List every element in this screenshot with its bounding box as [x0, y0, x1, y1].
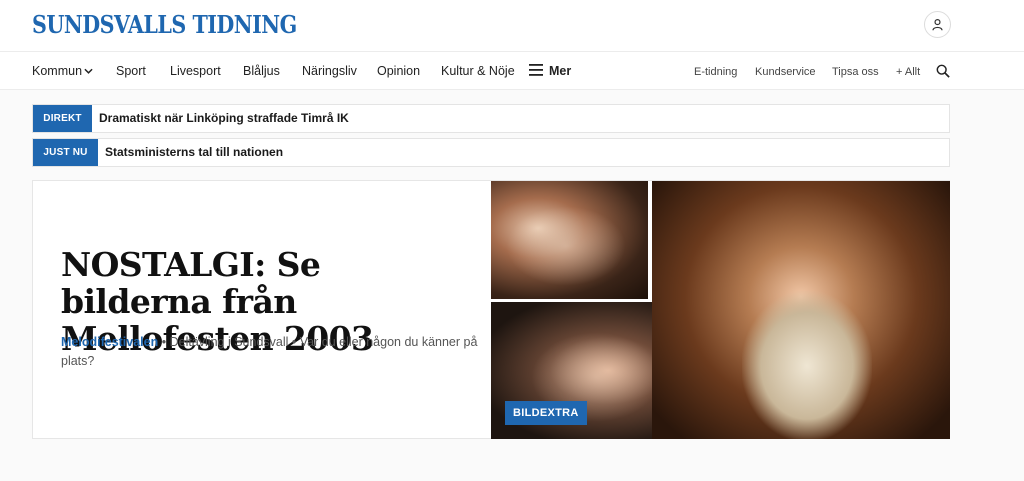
bildextra-badge: BILDEXTRA — [505, 401, 587, 425]
nav-item-kommun[interactable]: Kommun — [32, 64, 93, 78]
user-icon — [932, 19, 943, 31]
separator-dot: • — [161, 335, 170, 349]
user-account-button[interactable] — [924, 11, 951, 38]
ticker-just-nu[interactable]: JUST NU Statsministerns tal till natione… — [32, 138, 950, 167]
photo-woman-scarf — [652, 181, 950, 439]
article-photo-collage[interactable]: BILDEXTRA — [491, 181, 950, 439]
site-logo[interactable]: SUNDSVALLS TIDNING — [32, 10, 297, 39]
nav-link-tipsa-oss[interactable]: Tipsa oss — [832, 66, 879, 78]
ticker-text: Statsministerns tal till nationen — [105, 145, 284, 159]
article-meta: Melodifestivalen • Deltävling i Sundsval… — [61, 333, 481, 371]
photo-girls-drinking — [491, 181, 648, 299]
hamburger-icon[interactable] — [529, 64, 543, 76]
article-category[interactable]: Melodifestivalen — [61, 335, 158, 349]
top-bar: SUNDSVALLS TIDNING — [0, 0, 1024, 52]
nav-link-kundservice[interactable]: Kundservice — [755, 66, 816, 78]
search-icon[interactable] — [936, 64, 950, 78]
nav-item-blaljus[interactable]: Blåljus — [243, 64, 280, 78]
nav-link-allt[interactable]: + Allt — [896, 66, 920, 78]
main-nav: Kommun Sport Livesport Blåljus Näringsli… — [0, 52, 1024, 90]
nav-item-kultur-noje[interactable]: Kultur & Nöje — [441, 64, 515, 78]
ticker-tag: DIREKT — [33, 105, 92, 132]
ticker-tag: JUST NU — [33, 139, 98, 166]
nav-item-opinion[interactable]: Opinion — [377, 64, 420, 78]
nav-item-mer[interactable]: Mer — [549, 64, 571, 78]
ticker-text: Dramatiskt när Linköping straffade Timrå… — [99, 111, 349, 125]
chevron-down-icon — [84, 68, 93, 74]
nav-item-livesport[interactable]: Livesport — [170, 64, 221, 78]
article-meta-location: Deltävling i Sundsvall — [169, 335, 289, 349]
nav-link-etidning[interactable]: E-tidning — [694, 66, 737, 78]
nav-item-sport[interactable]: Sport — [116, 64, 146, 78]
nav-item-naringsliv[interactable]: Näringsliv — [302, 64, 357, 78]
separator-dot: • — [291, 335, 300, 349]
nav-label: Kommun — [32, 64, 83, 78]
ticker-direkt[interactable]: DIREKT Dramatiskt när Linköping straffad… — [32, 104, 950, 133]
article-card[interactable]: NOSTALGI: Se bilderna från Mellofesten 2… — [32, 180, 950, 439]
